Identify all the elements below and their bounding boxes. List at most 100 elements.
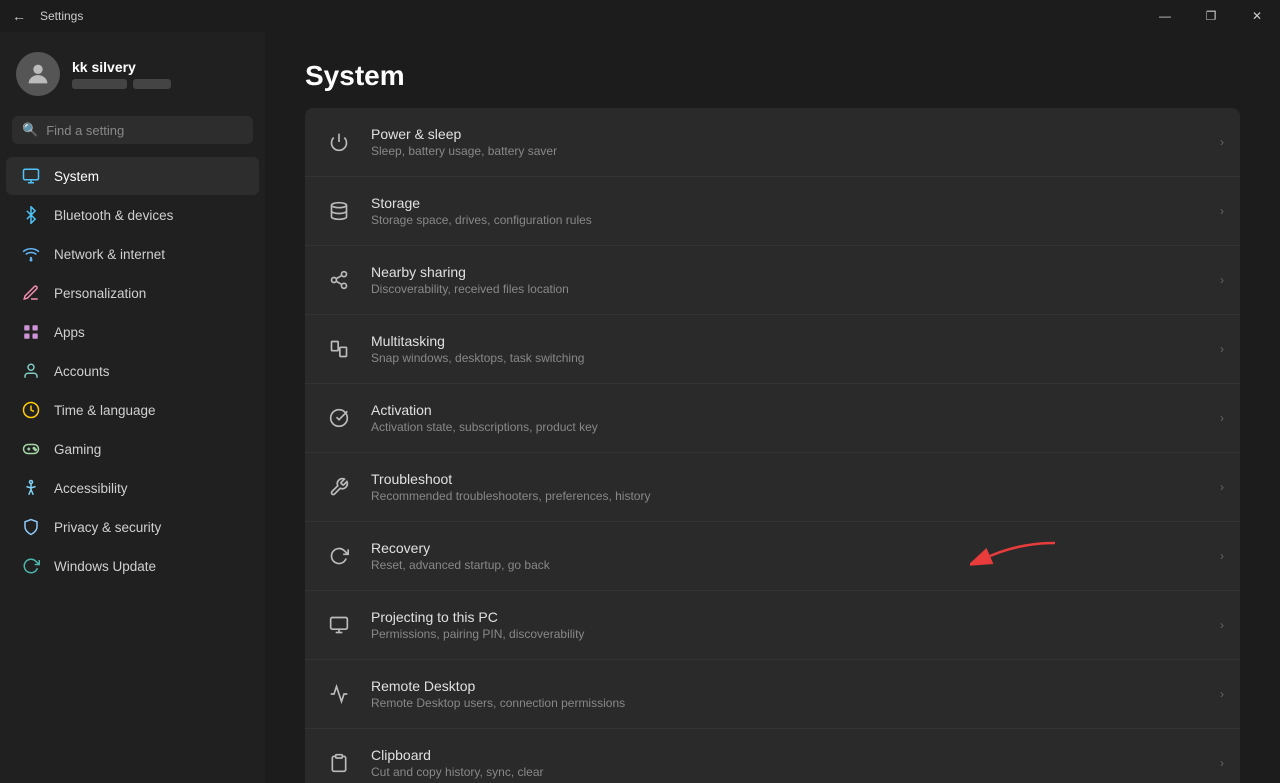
search-box[interactable]: 🔍	[12, 116, 253, 144]
clipboard-desc: Cut and copy history, sync, clear	[371, 765, 1220, 779]
minimize-button[interactable]: —	[1142, 0, 1188, 32]
search-input[interactable]	[46, 123, 243, 138]
update-icon	[22, 557, 40, 575]
activation-desc: Activation state, subscriptions, product…	[371, 420, 1220, 434]
activation-item-text: Activation Activation state, subscriptio…	[371, 402, 1220, 434]
settings-item-projecting[interactable]: Projecting to this PC Permissions, pairi…	[305, 591, 1240, 660]
settings-list: Power & sleep Sleep, battery usage, batt…	[265, 108, 1280, 783]
recovery-title: Recovery	[371, 540, 1220, 556]
user-section[interactable]: kk silvery	[0, 32, 265, 112]
app-body: kk silvery 🔍 System	[0, 32, 1280, 783]
privacy-icon	[22, 518, 40, 536]
network-icon	[22, 245, 40, 263]
maximize-button[interactable]: ❐	[1188, 0, 1234, 32]
remote-item-text: Remote Desktop Remote Desktop users, con…	[371, 678, 1220, 710]
settings-item-clipboard[interactable]: Clipboard Cut and copy history, sync, cl…	[305, 729, 1240, 783]
multitasking-title: Multitasking	[371, 333, 1220, 349]
storage-title: Storage	[371, 195, 1220, 211]
back-button[interactable]: ←	[12, 8, 26, 24]
settings-item-recovery[interactable]: Recovery Reset, advanced startup, go bac…	[305, 522, 1240, 591]
projecting-icon	[321, 607, 357, 643]
main-content: System Power & sleep Sleep, battery usag…	[265, 32, 1280, 783]
power-item-text: Power & sleep Sleep, battery usage, batt…	[371, 126, 1220, 158]
settings-item-nearby[interactable]: Nearby sharing Discoverability, received…	[305, 246, 1240, 315]
sidebar-item-update[interactable]: Windows Update	[6, 547, 259, 585]
sidebar-nav: System Bluetooth & devices Network & int…	[0, 156, 265, 586]
settings-item-multitasking[interactable]: Multitasking Snap windows, desktops, tas…	[305, 315, 1240, 384]
user-pill-2	[133, 79, 171, 89]
sidebar-item-network[interactable]: Network & internet	[6, 235, 259, 273]
clipboard-item-text: Clipboard Cut and copy history, sync, cl…	[371, 747, 1220, 779]
sidebar-item-bluetooth[interactable]: Bluetooth & devices	[6, 196, 259, 234]
user-subtitle	[72, 79, 171, 89]
personalization-icon	[22, 284, 40, 302]
user-info: kk silvery	[72, 59, 171, 89]
storage-item-text: Storage Storage space, drives, configura…	[371, 195, 1220, 227]
sidebar-item-accessibility[interactable]: Accessibility	[6, 469, 259, 507]
username: kk silvery	[72, 59, 171, 75]
sidebar-item-system[interactable]: System	[6, 157, 259, 195]
multitasking-chevron: ›	[1220, 342, 1224, 356]
titlebar: ← Settings — ❐ ✕	[0, 0, 1280, 32]
projecting-title: Projecting to this PC	[371, 609, 1220, 625]
sidebar-item-accessibility-label: Accessibility	[54, 481, 128, 496]
user-pill-1	[72, 79, 127, 89]
multitasking-desc: Snap windows, desktops, task switching	[371, 351, 1220, 365]
accounts-icon	[22, 362, 40, 380]
sidebar-item-accounts[interactable]: Accounts	[6, 352, 259, 390]
troubleshoot-desc: Recommended troubleshooters, preferences…	[371, 489, 1220, 503]
nearby-chevron: ›	[1220, 273, 1224, 287]
recovery-icon	[321, 538, 357, 574]
troubleshoot-item-text: Troubleshoot Recommended troubleshooters…	[371, 471, 1220, 503]
settings-item-remote[interactable]: Remote Desktop Remote Desktop users, con…	[305, 660, 1240, 729]
projecting-chevron: ›	[1220, 618, 1224, 632]
clipboard-title: Clipboard	[371, 747, 1220, 763]
settings-item-troubleshoot[interactable]: Troubleshoot Recommended troubleshooters…	[305, 453, 1240, 522]
nearby-title: Nearby sharing	[371, 264, 1220, 280]
settings-item-activation[interactable]: Activation Activation state, subscriptio…	[305, 384, 1240, 453]
page-title: System	[305, 60, 1240, 92]
settings-item-power[interactable]: Power & sleep Sleep, battery usage, batt…	[305, 108, 1240, 177]
clipboard-icon	[321, 745, 357, 781]
power-chevron: ›	[1220, 135, 1224, 149]
troubleshoot-icon	[321, 469, 357, 505]
recovery-chevron: ›	[1220, 549, 1224, 563]
multitasking-item-text: Multitasking Snap windows, desktops, tas…	[371, 333, 1220, 365]
sidebar-item-update-label: Windows Update	[54, 559, 156, 574]
apps-icon	[22, 323, 40, 341]
avatar	[16, 52, 60, 96]
sidebar-item-apps-label: Apps	[54, 325, 85, 340]
accessibility-icon	[22, 479, 40, 497]
activation-title: Activation	[371, 402, 1220, 418]
bluetooth-icon	[22, 206, 40, 224]
sidebar-item-accounts-label: Accounts	[54, 364, 110, 379]
power-desc: Sleep, battery usage, battery saver	[371, 144, 1220, 158]
sidebar: kk silvery 🔍 System	[0, 32, 265, 783]
page-header: System	[265, 32, 1280, 108]
remote-chevron: ›	[1220, 687, 1224, 701]
sidebar-item-gaming-label: Gaming	[54, 442, 101, 457]
close-button[interactable]: ✕	[1234, 0, 1280, 32]
activation-icon	[321, 400, 357, 436]
multitasking-icon	[321, 331, 357, 367]
settings-item-storage[interactable]: Storage Storage space, drives, configura…	[305, 177, 1240, 246]
sidebar-item-gaming[interactable]: Gaming	[6, 430, 259, 468]
sidebar-item-bluetooth-label: Bluetooth & devices	[54, 208, 173, 223]
remote-icon	[321, 676, 357, 712]
sidebar-item-privacy[interactable]: Privacy & security	[6, 508, 259, 546]
nearby-desc: Discoverability, received files location	[371, 282, 1220, 296]
nearby-icon	[321, 262, 357, 298]
sidebar-item-time[interactable]: Time & language	[6, 391, 259, 429]
projecting-item-text: Projecting to this PC Permissions, pairi…	[371, 609, 1220, 641]
remote-desc: Remote Desktop users, connection permiss…	[371, 696, 1220, 710]
titlebar-title: Settings	[40, 9, 83, 23]
time-icon	[22, 401, 40, 419]
sidebar-item-system-label: System	[54, 169, 99, 184]
sidebar-item-personalization[interactable]: Personalization	[6, 274, 259, 312]
power-title: Power & sleep	[371, 126, 1220, 142]
clipboard-chevron: ›	[1220, 756, 1224, 770]
sidebar-item-time-label: Time & language	[54, 403, 156, 418]
projecting-desc: Permissions, pairing PIN, discoverabilit…	[371, 627, 1220, 641]
gaming-icon	[22, 440, 40, 458]
sidebar-item-apps[interactable]: Apps	[6, 313, 259, 351]
